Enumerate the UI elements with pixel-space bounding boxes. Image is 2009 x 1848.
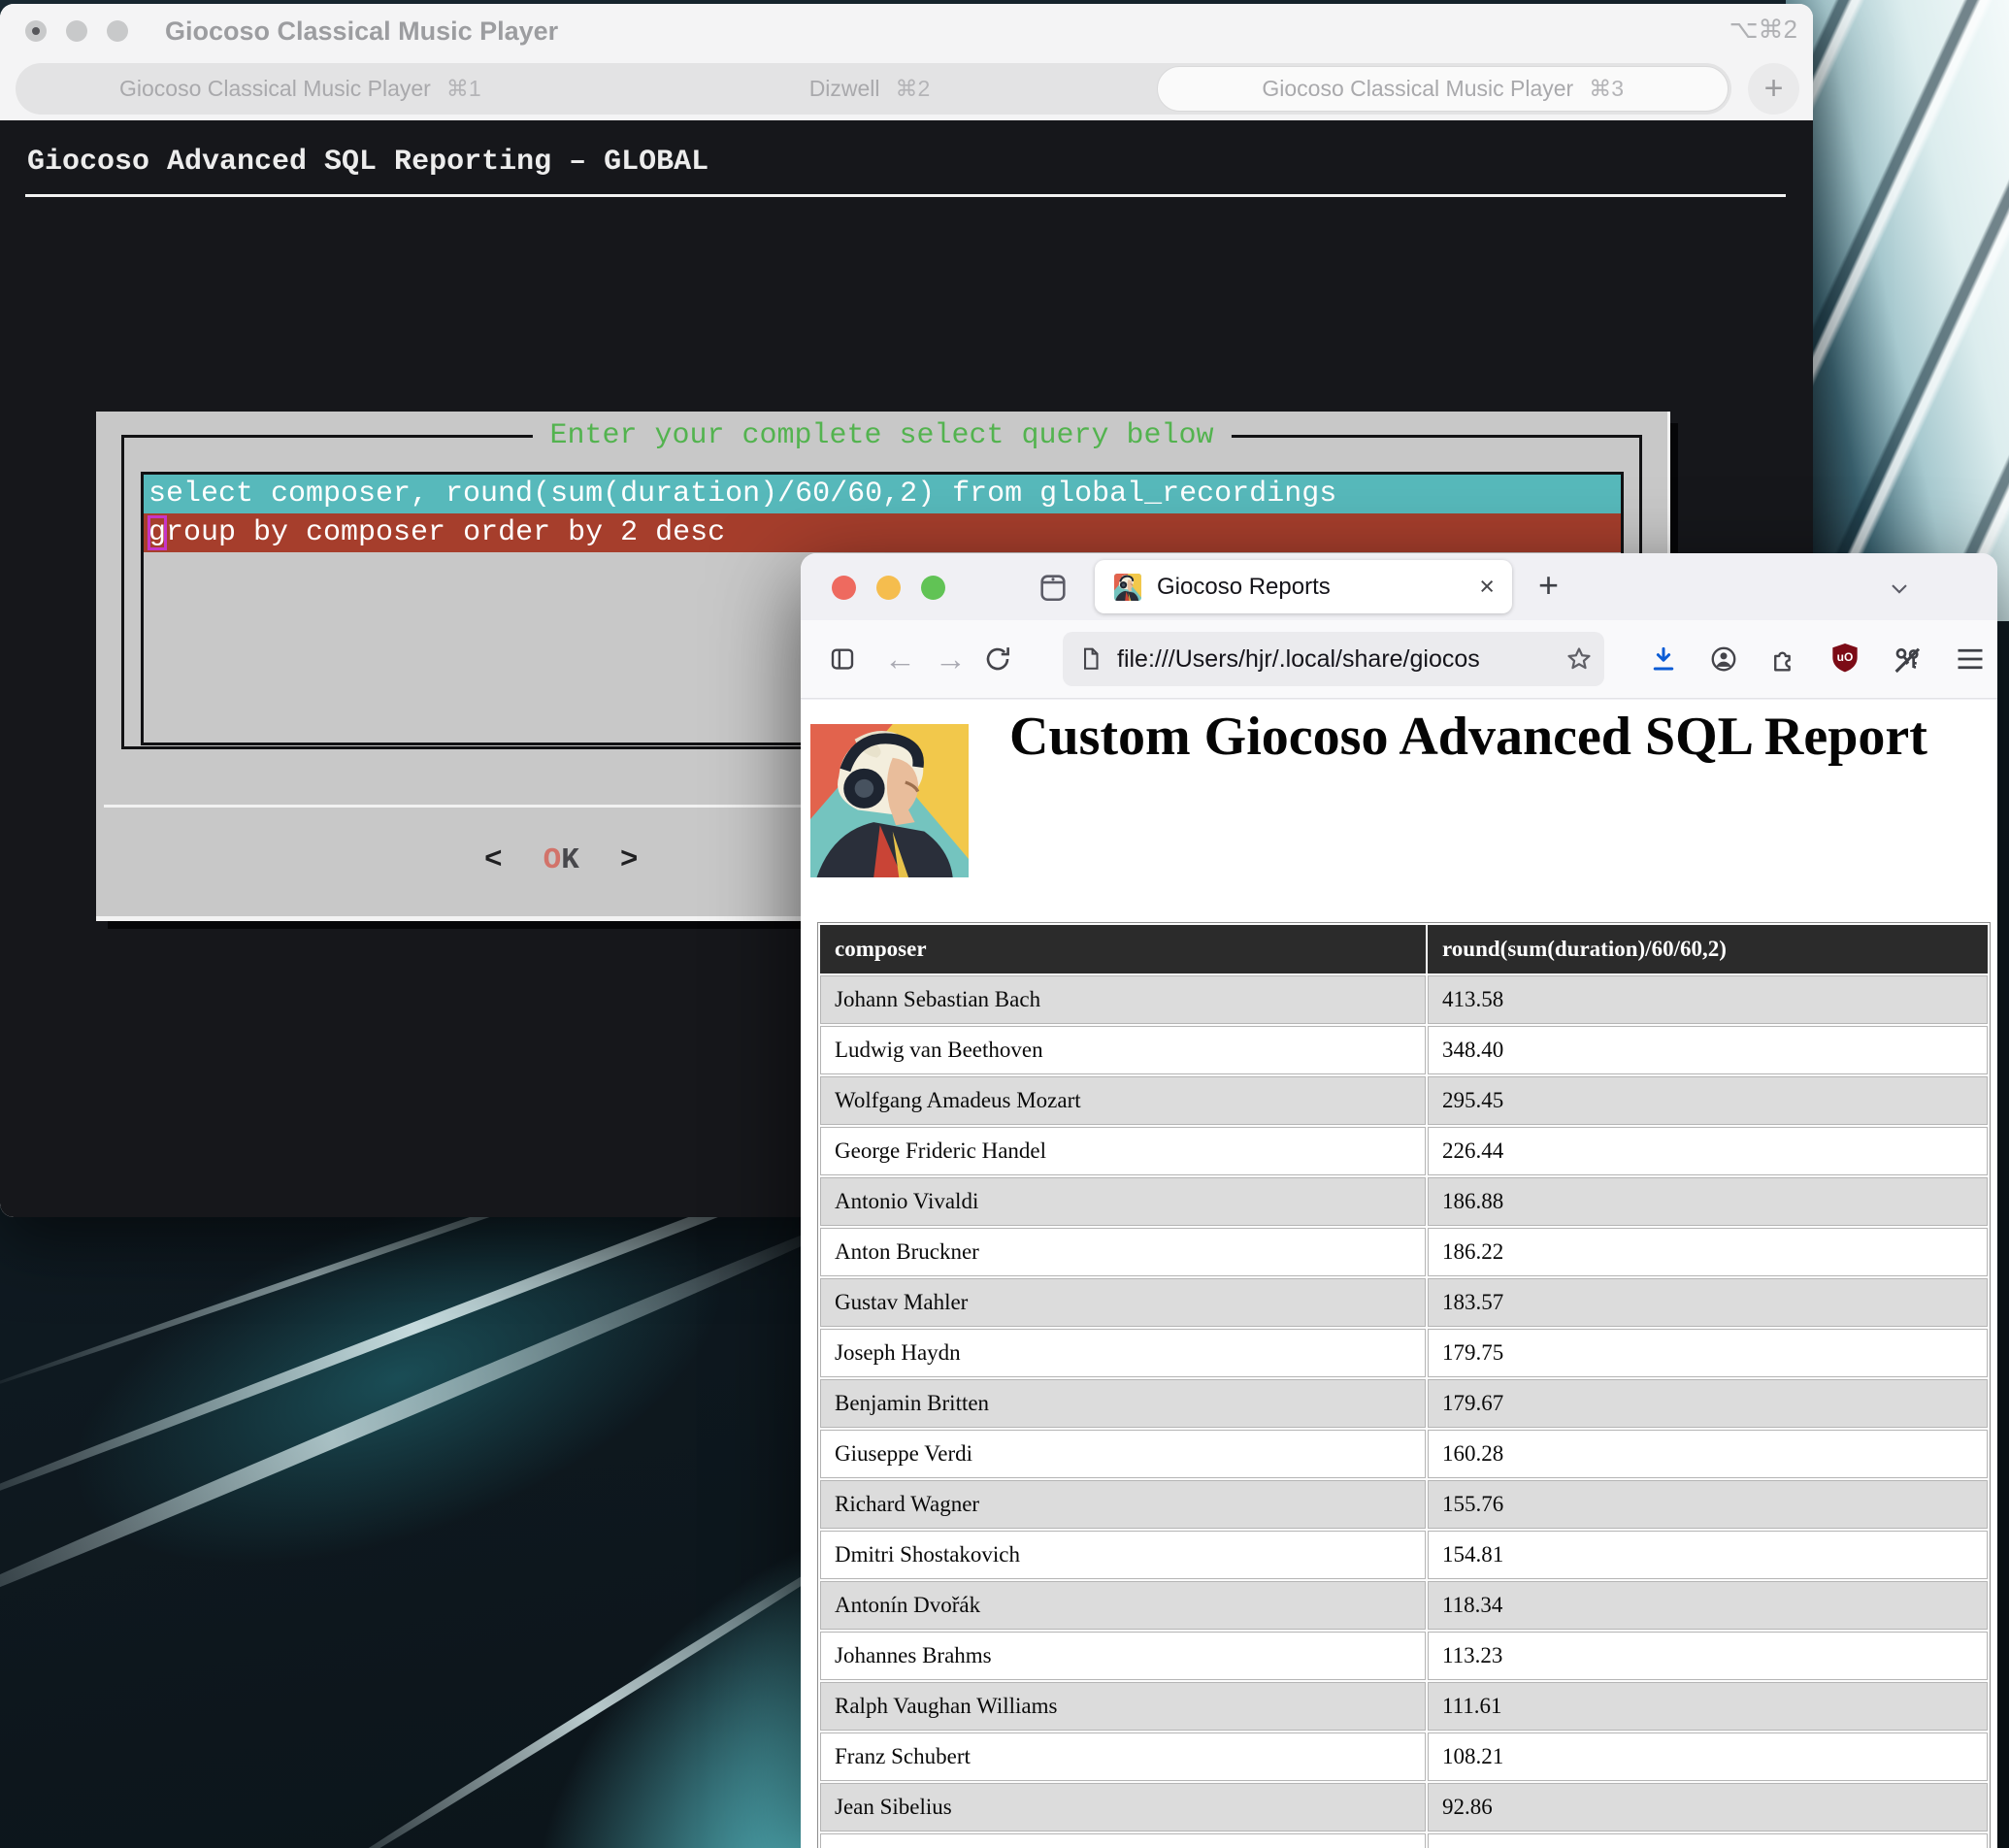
terminal-new-tab-button[interactable]: +	[1748, 63, 1799, 115]
table-row: Franz Schubert108.21	[820, 1732, 1988, 1781]
table-header-row: composer round(sum(duration)/60/60,2)	[820, 925, 1988, 974]
column-header-composer: composer	[820, 925, 1426, 974]
table-row: Richard Wagner155.76	[820, 1480, 1988, 1529]
plus-icon: +	[1764, 70, 1784, 108]
ok-rest: K	[561, 843, 579, 877]
extensions-puzzle-icon[interactable]	[1769, 644, 1798, 674]
sql-line-2: group by composer order by 2 desc	[144, 513, 1621, 552]
ok-accelerator: O	[543, 843, 562, 877]
ok-button[interactable]: OK	[543, 843, 579, 877]
page-info-icon[interactable]	[1078, 646, 1103, 672]
browser-page-content: Custom Giocoso Advanced SQL Report compo…	[801, 700, 1997, 1848]
terminal-tab-2[interactable]: Dizwell ⌘2	[585, 63, 1155, 115]
wallpaper-highlight	[1786, 0, 2009, 621]
prev-button[interactable]: <	[484, 843, 503, 877]
table-row: Dmitri Shostakovich154.81	[820, 1531, 1988, 1579]
sql-line-1: select composer, round(sum(duration)/60/…	[144, 475, 1621, 513]
table-row: Gustav Mahler183.57	[820, 1278, 1988, 1327]
table-row: Wolfgang Amadeus Mozart295.45	[820, 1076, 1988, 1125]
close-button[interactable]	[25, 20, 47, 42]
dialog-buttons: < OK >	[484, 843, 638, 877]
next-button[interactable]: >	[620, 843, 639, 877]
keys-disabled-icon[interactable]	[1892, 644, 1923, 676]
terminal-tabbar: Giocoso Classical Music Player ⌘1 Dizwel…	[0, 58, 1813, 120]
tab-title: Giocoso Reports	[1157, 574, 1479, 601]
table-row: Benjamin Britten179.67	[820, 1379, 1988, 1428]
terminal-tab-1[interactable]: Giocoso Classical Music Player ⌘1	[16, 63, 585, 115]
table-row: Felix Mendelssohn87.23	[820, 1833, 1988, 1848]
table-row: Ludwig van Beethoven348.40	[820, 1026, 1988, 1074]
close-dot-icon	[32, 27, 40, 35]
table-row: Antonín Dvořák118.34	[820, 1581, 1988, 1630]
report-table-container: composer round(sum(duration)/60/60,2) Jo…	[817, 922, 1991, 1848]
browser-tab-giocoso-reports[interactable]: Giocoso Reports ×	[1095, 560, 1512, 613]
beethoven-artwork-image	[810, 724, 969, 877]
firefox-view-icon[interactable]	[1037, 570, 1070, 605]
terminal-tab-3-active[interactable]: Giocoso Classical Music Player ⌘3	[1157, 66, 1729, 112]
terminal-titlebar: Giocoso Classical Music Player ⌥⌘2	[0, 4, 1813, 58]
table-row: Antonio Vivaldi186.88	[820, 1177, 1988, 1226]
bookmark-star-icon[interactable]	[1565, 645, 1593, 673]
tab-shortcut: ⌘2	[896, 76, 931, 102]
new-tab-button[interactable]: +	[1538, 565, 1559, 606]
sidebar-toggle-icon[interactable]	[828, 644, 857, 674]
sql-line-2-rest: roup by composer order by 2 desc	[166, 516, 725, 549]
terminal-tab-group: Giocoso Classical Music Player ⌘1 Dizwel…	[16, 63, 1731, 115]
text-cursor: g	[148, 516, 166, 549]
terminal-heading-rule	[25, 194, 1786, 197]
url-text: file:///Users/hjr/.local/share/giocos	[1117, 645, 1560, 674]
zoom-button[interactable]	[107, 20, 128, 42]
tab-close-icon[interactable]: ×	[1479, 572, 1495, 602]
terminal-window-title: Giocoso Classical Music Player	[165, 16, 558, 47]
profile-account-icon[interactable]	[1709, 644, 1738, 674]
table-row: Jean Sibelius92.86	[820, 1783, 1988, 1832]
table-row: Anton Bruckner186.22	[820, 1228, 1988, 1276]
tab-shortcut: ⌘1	[446, 76, 481, 102]
list-tabs-chevron-icon[interactable]	[1886, 575, 1913, 602]
table-row: Ralph Vaughan Williams111.61	[820, 1682, 1988, 1731]
forward-button[interactable]: →	[935, 641, 967, 677]
report-table: composer round(sum(duration)/60/60,2) Jo…	[817, 922, 1991, 1848]
table-row: George Frideric Handel226.44	[820, 1127, 1988, 1175]
tab-label: Dizwell	[809, 76, 880, 102]
browser-toolbar: ← → file:///Users/hjr/.local/share/gioco…	[801, 620, 1997, 699]
minimize-button[interactable]	[876, 576, 901, 600]
ublock-origin-icon[interactable]: uO	[1829, 642, 1861, 676]
report-table-body: Johann Sebastian Bach413.58Ludwig van Be…	[820, 975, 1988, 1848]
report-page-title: Custom Giocoso Advanced SQL Report	[1009, 702, 1941, 772]
close-button[interactable]	[832, 576, 856, 600]
tab-label: Giocoso Classical Music Player	[119, 76, 431, 102]
minimize-button[interactable]	[66, 20, 87, 42]
column-header-duration: round(sum(duration)/60/60,2)	[1428, 925, 1988, 974]
menu-hamburger-icon[interactable]	[1956, 647, 1985, 671]
browser-window: Giocoso Reports × + ← →	[801, 553, 1997, 1848]
svg-text:uO: uO	[1837, 650, 1854, 664]
table-row: Johannes Brahms113.23	[820, 1632, 1988, 1680]
reload-button[interactable]	[983, 644, 1012, 674]
tab-shortcut: ⌘3	[1589, 76, 1624, 102]
table-row: Giuseppe Verdi160.28	[820, 1430, 1988, 1478]
table-row: Johann Sebastian Bach413.58	[820, 975, 1988, 1024]
url-bar[interactable]: file:///Users/hjr/.local/share/giocos	[1063, 632, 1604, 686]
downloads-icon[interactable]	[1649, 644, 1678, 674]
dialog-title: Enter your complete select query below	[532, 419, 1231, 452]
zoom-button[interactable]	[921, 576, 945, 600]
tab-favicon	[1114, 574, 1141, 601]
tab-label: Giocoso Classical Music Player	[1262, 76, 1573, 102]
browser-tabbar: Giocoso Reports × +	[801, 553, 1997, 620]
terminal-heading: Giocoso Advanced SQL Reporting – GLOBAL	[27, 146, 708, 179]
window-shortcut-label: ⌥⌘2	[1729, 15, 1797, 45]
back-button[interactable]: ←	[884, 641, 916, 677]
table-row: Joseph Haydn179.75	[820, 1329, 1988, 1377]
